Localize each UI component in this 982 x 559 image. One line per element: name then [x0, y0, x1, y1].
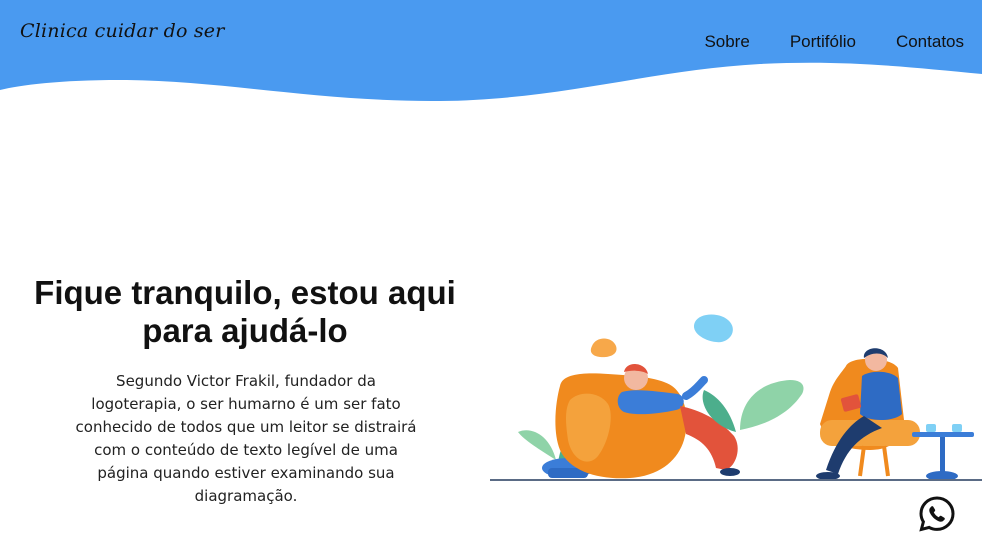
blue-blob-decoration	[693, 314, 733, 343]
hero-title-line1: Fique tranquilo, estou aqui	[34, 274, 456, 311]
nav-link-contatos[interactable]: Contatos	[896, 32, 964, 52]
whatsapp-icon[interactable]	[918, 495, 956, 533]
floor-line	[490, 479, 982, 481]
site-header: Clinica cuidar do ser Sobre Portifólio C…	[0, 0, 982, 110]
main-nav: Sobre Portifólio Contatos	[704, 32, 964, 52]
orange-blob-decoration	[590, 338, 617, 358]
nav-link-portifolio[interactable]: Portifólio	[790, 32, 856, 52]
side-table	[912, 424, 974, 481]
hero-title: Fique tranquilo, estou aqui para ajudá-l…	[20, 274, 470, 350]
hero-title-line2: para ajudá-lo	[142, 312, 348, 349]
site-logo[interactable]: Clinica cuidar do ser	[20, 20, 225, 42]
nav-link-sobre[interactable]: Sobre	[704, 32, 749, 52]
hero-description: Segundo Victor Frakil, fundador da logot…	[75, 372, 417, 505]
header-wave-background	[0, 0, 982, 102]
therapy-session-illustration	[490, 314, 982, 481]
